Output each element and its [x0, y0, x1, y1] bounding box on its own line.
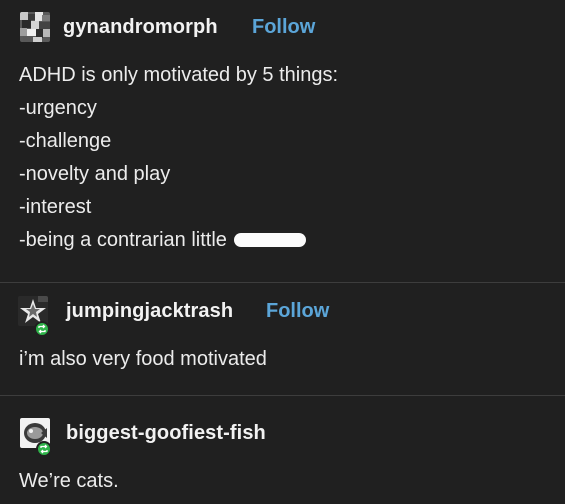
post-divider — [0, 395, 565, 396]
mosaic-avatar-icon[interactable] — [20, 12, 50, 42]
follow-button[interactable]: Follow — [252, 16, 315, 39]
post-text-line: -urgency — [19, 97, 97, 119]
post-text: We’re cats. — [19, 470, 119, 492]
post-text-line: -challenge — [19, 130, 112, 152]
post-feed: gynandromorph Follow ADHD is only motiva… — [0, 0, 565, 504]
post-biggest-goofiest-fish: biggest-goofiest-fish We’re cats. — [0, 404, 565, 492]
post-header: biggest-goofiest-fish — [0, 404, 565, 457]
post-text-line: ADHD is only motivated by 5 things: — [19, 64, 339, 86]
post-text: i’m also very food motivated — [19, 348, 267, 370]
post-text-line: -novelty and play — [19, 163, 171, 185]
reblog-icon — [34, 321, 50, 337]
post-text-line-content: -being a contrarian little — [19, 229, 227, 251]
follow-button[interactable]: Follow — [266, 300, 329, 323]
censor-scribble — [234, 232, 307, 247]
post-text-line: -interest — [19, 196, 92, 218]
post-header: jumpingjacktrash Follow — [0, 288, 565, 337]
post-jumpingjacktrash: jumpingjacktrash Follow i’m also very fo… — [0, 288, 565, 370]
post-text-line-last: -being a contrarian little — [19, 229, 307, 252]
username-biggest-goofiest-fish[interactable]: biggest-goofiest-fish — [66, 422, 266, 445]
username-gynandromorph[interactable]: gynandromorph — [63, 16, 218, 39]
reblog-icon — [36, 441, 52, 457]
post-gynandromorph: gynandromorph Follow ADHD is only motiva… — [0, 0, 565, 251]
post-header: gynandromorph Follow — [0, 0, 565, 42]
post-divider — [0, 282, 565, 283]
username-jumpingjacktrash[interactable]: jumpingjacktrash — [66, 300, 233, 323]
